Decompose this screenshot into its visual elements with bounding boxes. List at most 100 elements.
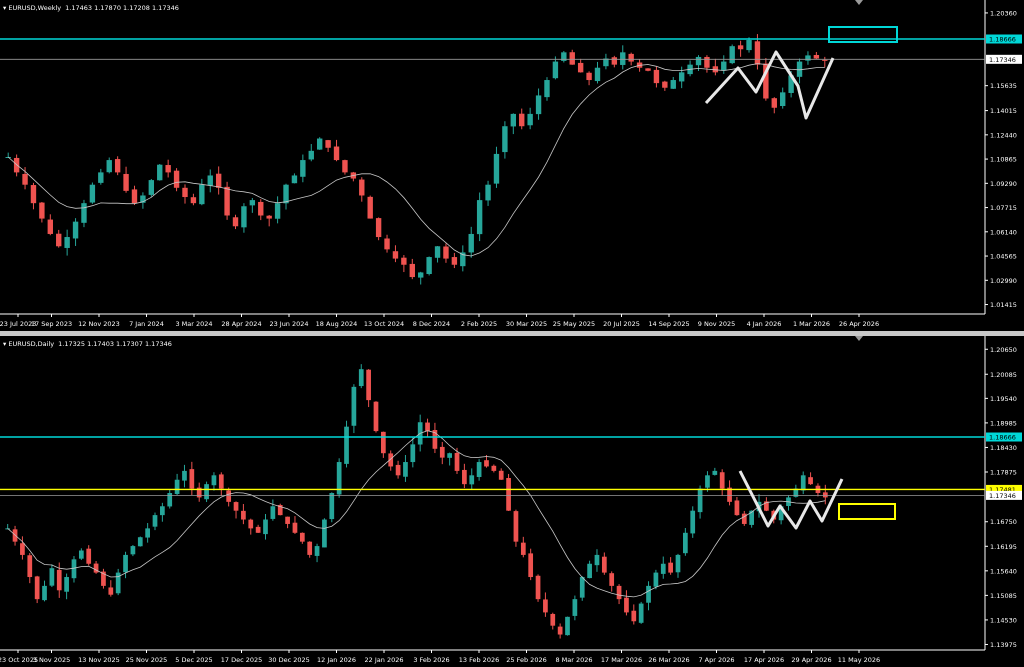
daily-candle-body xyxy=(403,462,408,477)
weekly-resistance-price-label: 1.18666 xyxy=(989,36,1016,44)
daily-time-label: 17 Dec 2025 xyxy=(221,656,263,664)
daily-candle-body xyxy=(579,577,585,598)
weekly-moving-average-line xyxy=(7,63,825,257)
weekly-time-label: 18 Aug 2024 xyxy=(316,320,358,328)
daily-candle-body xyxy=(152,515,158,527)
weekly-price-label: 1.04565 xyxy=(990,253,1017,261)
weekly-candle-body xyxy=(207,175,213,186)
daily-candle-body xyxy=(344,426,349,464)
weekly-candle-body xyxy=(535,95,542,115)
daily-price-label: 1.19540 xyxy=(990,395,1017,403)
daily-price-label: 1.17875 xyxy=(990,468,1017,476)
daily-candle-body xyxy=(565,616,570,636)
daily-chart-panel[interactable]: 1.20650 1.20085 1.19540 1.18985 1.18430 1.178… xyxy=(0,336,1024,667)
daily-moving-average-line xyxy=(7,430,826,598)
weekly-candle-body xyxy=(300,160,306,177)
weekly-candle-body xyxy=(114,159,121,173)
daily-candle-body xyxy=(454,452,460,471)
daily-candle-body xyxy=(513,511,519,542)
daily-candle-body xyxy=(395,464,401,476)
daily-chart-canvas[interactable]: 1.20650 1.20085 1.19540 1.18985 1.18430 1.178… xyxy=(0,336,1024,667)
weekly-candle-body xyxy=(695,56,702,66)
weekly-candle-body xyxy=(215,173,222,188)
daily-price-label: 1.16195 xyxy=(990,543,1017,551)
daily-candle-body xyxy=(557,626,563,635)
weekly-symbol: EURUSD,Weekly xyxy=(3,4,61,12)
daily-candle-body xyxy=(241,510,246,520)
weekly-candle-body xyxy=(249,200,256,206)
daily-candle-body xyxy=(49,568,55,586)
daily-candle-body xyxy=(137,537,143,547)
daily-candle-body xyxy=(366,369,371,401)
daily-candle-body xyxy=(358,369,364,387)
weekly-price-label: 1.12440 xyxy=(990,131,1017,139)
weekly-candle-body xyxy=(737,45,744,50)
weekly-time-label: 23 Jun 2024 xyxy=(269,320,308,328)
daily-time-label: 5 Dec 2025 xyxy=(175,656,212,664)
daily-candle-body xyxy=(233,502,239,511)
daily-candle-body xyxy=(535,575,541,600)
daily-time-label: 17 Mar 2026 xyxy=(601,656,642,664)
daily-candle-body xyxy=(690,510,696,534)
daily-candle-body xyxy=(683,532,688,554)
daily-candle-body xyxy=(528,553,534,578)
weekly-time-label: 9 Nov 2025 xyxy=(698,320,736,328)
weekly-candle-body xyxy=(426,257,432,275)
weekly-candle-body xyxy=(594,67,601,82)
weekly-candle-body xyxy=(56,233,62,247)
weekly-chart-canvas[interactable]: 1.20360 1.15635 1.14015 1.12440 1.10865 1.092… xyxy=(0,0,1024,331)
daily-candle-body xyxy=(550,613,556,626)
weekly-candle-body xyxy=(258,201,264,216)
daily-time-label: 17 Apr 2026 xyxy=(744,656,784,664)
weekly-candle-body xyxy=(131,189,138,204)
weekly-candle-body xyxy=(485,184,491,201)
daily-time-label: 13 Feb 2026 xyxy=(459,656,499,664)
weekly-candle-body xyxy=(333,146,340,161)
daily-candle-body xyxy=(808,477,813,485)
daily-price-label: 1.14530 xyxy=(990,616,1017,624)
weekly-candle-body xyxy=(165,165,171,173)
daily-price-label: 1.18985 xyxy=(990,419,1017,427)
weekly-price-label: 1.20360 xyxy=(990,9,1017,17)
weekly-candle-body xyxy=(98,172,104,183)
weekly-candle-body xyxy=(434,246,441,258)
daily-price-label: 1.18430 xyxy=(990,444,1017,452)
weekly-time-label: 12 Nov 2023 xyxy=(78,320,120,328)
weekly-candle-body xyxy=(325,140,331,148)
weekly-time-label: 30 Mar 2025 xyxy=(506,320,547,328)
daily-candle-body xyxy=(498,470,504,480)
daily-candle-body xyxy=(660,563,666,574)
weekly-candle-body xyxy=(232,217,239,227)
daily-candle-body xyxy=(160,506,165,516)
daily-candle-body xyxy=(270,506,276,519)
daily-candle-body xyxy=(329,493,335,520)
weekly-candle-body xyxy=(476,200,483,235)
weekly-candle-body xyxy=(64,237,70,248)
weekly-candle-body xyxy=(274,203,281,219)
weekly-chart-panel[interactable]: 1.20360 1.15635 1.14015 1.12440 1.10865 1.092… xyxy=(0,0,1024,331)
weekly-candle-body xyxy=(527,113,533,126)
daily-candle-body xyxy=(34,576,40,600)
daily-candle-body xyxy=(439,446,445,458)
weekly-time-label: 28 Apr 2024 xyxy=(221,320,261,328)
daily-candle-body xyxy=(78,550,84,559)
daily-candle-body xyxy=(130,546,136,555)
daily-price-label: 1.15085 xyxy=(990,592,1017,600)
weekly-candle-body xyxy=(544,80,550,98)
daily-candle-body xyxy=(675,554,681,573)
daily-candle-body xyxy=(491,465,497,471)
daily-time-label: 25 Feb 2026 xyxy=(506,656,546,664)
weekly-candle-body xyxy=(384,238,390,250)
weekly-time-label: 7 Jan 2024 xyxy=(129,320,164,328)
daily-time-label: 22 Jan 2026 xyxy=(365,656,404,664)
daily-bid-price-label: 1.17346 xyxy=(989,492,1016,500)
weekly-candle-body xyxy=(401,257,407,265)
daily-candle-body xyxy=(624,597,629,613)
daily-time-label: 26 Mar 2026 xyxy=(648,656,689,664)
weekly-candle-body xyxy=(519,113,525,127)
daily-time-label: 11 May 2026 xyxy=(838,656,880,664)
daily-time-label: 13 Nov 2025 xyxy=(78,656,120,664)
daily-candle-body xyxy=(616,585,622,600)
daily-price-label: 1.15640 xyxy=(990,567,1017,575)
weekly-price-label: 1.02990 xyxy=(990,277,1017,285)
